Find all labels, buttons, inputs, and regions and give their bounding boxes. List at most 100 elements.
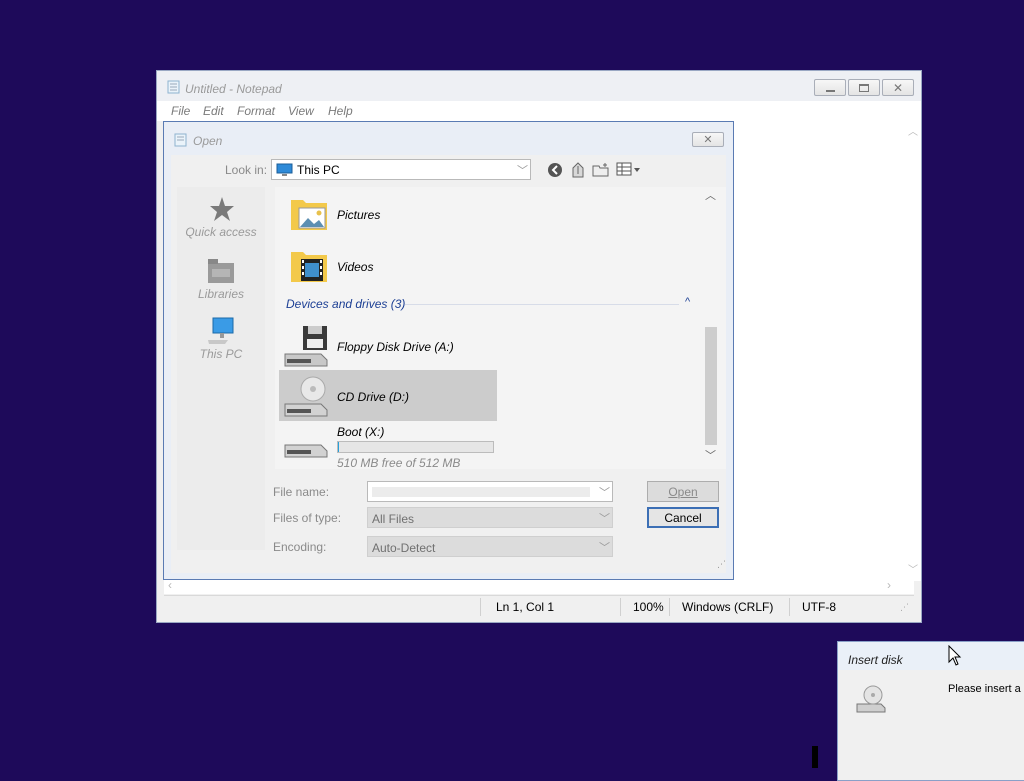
editor-vertical-scrollbar[interactable]: ︿ ﹀ <box>904 121 921 581</box>
look-in-combo[interactable]: This PC ﹀ <box>271 159 531 180</box>
restore-icon <box>859 83 869 92</box>
libraries-icon <box>206 257 236 287</box>
place-libraries[interactable]: Libraries <box>177 257 265 307</box>
insert-disk-title: Insert disk <box>848 653 903 667</box>
scroll-up-icon[interactable]: ︿ <box>705 187 716 203</box>
encoding-select[interactable]: Auto-Detect ﹀ <box>367 536 613 557</box>
chevron-down-icon[interactable]: ﹀ <box>517 162 528 178</box>
place-label: This PC <box>199 347 243 361</box>
menu-view[interactable]: View <box>288 104 314 118</box>
files-of-type-select[interactable]: All Files ﹀ <box>367 507 613 528</box>
resize-grip-icon[interactable]: ⋰ <box>717 559 726 570</box>
scroll-down-icon[interactable]: ﹀ <box>908 561 918 576</box>
group-divider <box>405 304 679 305</box>
file-name-blur <box>372 487 590 497</box>
list-item[interactable]: Boot (X:) 510 MB free of 512 MB <box>279 423 499 470</box>
insert-disk-titlebar[interactable]: Insert disk <box>838 642 1024 670</box>
drive-free-space: 510 MB free of 512 MB <box>337 456 461 470</box>
file-name-input[interactable]: ﹀ <box>367 481 613 502</box>
pictures-folder-icon <box>289 194 329 237</box>
star-icon <box>206 195 236 225</box>
this-pc-icon <box>276 163 293 180</box>
group-header-devices[interactable]: Devices and drives (3) ^ <box>281 295 699 313</box>
insert-disk-dialog: Insert disk Please insert a d <box>837 641 1024 781</box>
list-item-label: Floppy Disk Drive (A:) <box>337 340 454 354</box>
videos-folder-icon <box>289 246 329 289</box>
drive-usage-bar <box>337 441 494 453</box>
scroll-right-icon[interactable]: › <box>887 578 891 592</box>
status-encoding: UTF-8 <box>802 600 836 614</box>
scroll-left-icon[interactable]: ‹ <box>168 578 172 592</box>
files-of-type-value: All Files <box>372 512 415 526</box>
scroll-up-icon[interactable]: ︿ <box>908 123 918 138</box>
cancel-button-label: Cancel <box>664 510 702 525</box>
status-divider <box>620 598 621 616</box>
list-item-label: Pictures <box>337 208 381 222</box>
list-item[interactable]: Videos <box>283 242 503 288</box>
open-button-label: Open <box>668 484 698 499</box>
status-line-ending: Windows (CRLF) <box>682 600 774 614</box>
encoding-value: Auto-Detect <box>372 541 436 555</box>
hard-drive-icon <box>283 433 329 462</box>
insert-disk-message: Please insert a d <box>948 683 1024 695</box>
file-list-scrollbar[interactable]: ︿ ﹀ <box>702 187 720 469</box>
view-menu-icon[interactable] <box>616 162 642 180</box>
scroll-down-icon[interactable]: ﹀ <box>705 447 716 463</box>
status-position: Ln 1, Col 1 <box>496 600 555 614</box>
place-this-pc[interactable]: This PC <box>177 317 265 367</box>
list-item[interactable]: Pictures <box>283 190 503 236</box>
status-zoom: 100% <box>633 600 664 614</box>
close-icon: ✕ <box>892 80 904 95</box>
open-dialog-icon <box>174 133 187 150</box>
place-label: Quick access <box>185 225 257 239</box>
list-item-label: Videos <box>337 260 374 274</box>
file-list[interactable]: Pictures Videos Devices and drives (3) ^… <box>275 187 726 470</box>
minimize-icon <box>825 89 835 92</box>
floppy-drive-icon <box>283 324 329 371</box>
status-divider <box>789 598 790 616</box>
notepad-titlebar[interactable]: Untitled - Notepad ✕ <box>157 71 921 101</box>
list-item-label: Boot (X:) <box>337 425 385 439</box>
collapse-chevron-icon[interactable]: ^ <box>685 296 690 308</box>
maximize-button[interactable] <box>848 79 880 96</box>
menu-format[interactable]: Format <box>237 104 275 118</box>
open-button[interactable]: Open <box>647 481 719 502</box>
notepad-menubar: File Edit Format View Help <box>157 101 921 121</box>
look-in-value: This PC <box>297 163 340 177</box>
close-icon: ✕ <box>703 134 713 146</box>
look-in-label: Look in: <box>225 163 268 177</box>
cd-disk-icon <box>855 684 887 717</box>
minimize-button[interactable] <box>814 79 846 96</box>
status-divider <box>480 598 481 616</box>
new-folder-icon[interactable] <box>592 162 610 180</box>
chevron-down-icon[interactable]: ﹀ <box>599 510 610 526</box>
resize-grip-icon[interactable]: ⋰ <box>900 602 909 613</box>
menu-help[interactable]: Help <box>328 104 353 118</box>
open-dialog-titlebar[interactable]: Open ✕ <box>164 122 733 155</box>
close-button[interactable]: ✕ <box>882 79 914 96</box>
dialog-close-button[interactable]: ✕ <box>692 132 724 147</box>
notepad-title: Untitled - Notepad <box>185 82 282 96</box>
menu-file[interactable]: File <box>171 104 190 118</box>
list-item[interactable]: CD Drive (D:) <box>279 370 497 421</box>
menu-edit[interactable]: Edit <box>203 104 224 118</box>
files-of-type-label: Files of type: <box>273 511 342 525</box>
open-dialog-title: Open <box>193 134 223 148</box>
chevron-down-icon[interactable]: ﹀ <box>599 484 610 500</box>
up-folder-icon[interactable] <box>570 161 586 181</box>
drive-usage-fill <box>338 442 339 452</box>
back-icon[interactable] <box>547 162 563 181</box>
mouse-cursor-icon <box>948 644 962 670</box>
open-dialog-body: Look in: This PC ﹀ Quick access Librarie… <box>171 155 726 573</box>
cd-drive-icon <box>283 374 329 421</box>
cancel-button[interactable]: Cancel <box>647 507 719 528</box>
open-dialog: Open ✕ Look in: This PC ﹀ Quick access L… <box>163 121 734 580</box>
place-quick-access[interactable]: Quick access <box>177 195 265 245</box>
list-item[interactable]: Floppy Disk Drive (A:) <box>279 320 499 370</box>
list-item-label: CD Drive (D:) <box>337 390 409 404</box>
place-label: Libraries <box>197 287 245 301</box>
scrollbar-thumb[interactable] <box>705 327 717 445</box>
chevron-down-icon[interactable]: ﹀ <box>599 539 610 555</box>
status-divider <box>669 598 670 616</box>
editor-horizontal-scrollbar[interactable]: ‹ › <box>164 578 914 594</box>
